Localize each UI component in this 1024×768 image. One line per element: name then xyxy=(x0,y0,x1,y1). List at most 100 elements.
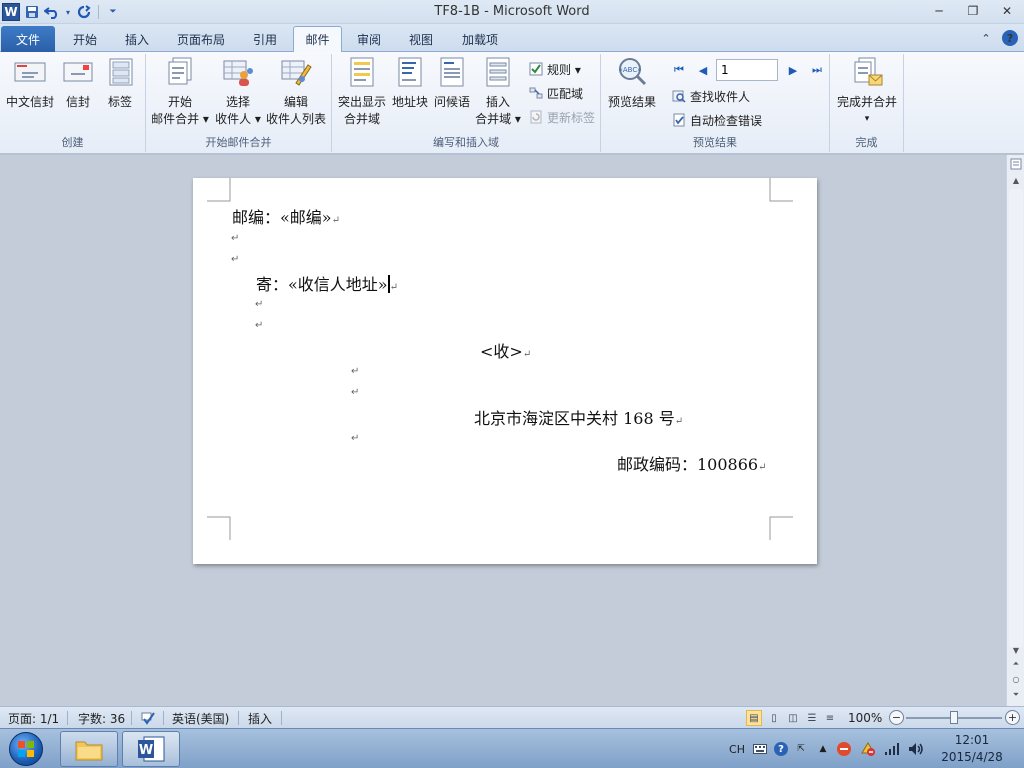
start-mail-merge-button[interactable]: 开始 邮件合并 ▾ xyxy=(150,56,210,128)
match-fields-button[interactable]: 匹配域 xyxy=(528,83,583,103)
update-labels-icon xyxy=(528,109,544,125)
page-count[interactable]: 页面: 1/1 xyxy=(8,710,59,726)
ruler-toggle-icon[interactable] xyxy=(1008,157,1024,171)
paragraph-mark: ↵ xyxy=(231,233,240,244)
tab-review[interactable]: 审阅 xyxy=(346,27,392,52)
group-preview-results: «ABC» 预览结果 ⏮ ◀ ▶ ⏭ 查找收件人 自动检查错误 预览结果 xyxy=(601,54,830,152)
scroll-down-icon[interactable]: ▼ xyxy=(1008,643,1024,657)
status-separator xyxy=(238,711,239,725)
highlight-merge-fields-button[interactable]: 突出显示 合并域 xyxy=(336,56,388,128)
find-recipient-icon xyxy=(671,88,687,104)
auto-check-errors-button[interactable]: 自动检查错误 xyxy=(671,110,762,130)
greeting-line-icon xyxy=(436,56,468,88)
insert-mode-indicator[interactable]: 插入 xyxy=(248,710,272,726)
insert-merge-field-button[interactable]: 插入 合并域 ▾ xyxy=(472,56,524,128)
windows-logo-icon xyxy=(9,732,43,766)
taskbar-word[interactable]: W xyxy=(122,731,180,767)
preview-results-icon: «ABC» xyxy=(616,56,648,88)
proofing-icon[interactable] xyxy=(140,710,156,726)
rules-button[interactable]: 规则 ▾ xyxy=(528,59,581,79)
sender-address-line[interactable]: 北京市海淀区中关村 168 号↵ xyxy=(474,405,683,429)
word-count[interactable]: 字数: 36 xyxy=(78,710,125,726)
scroll-track[interactable] xyxy=(1009,189,1023,647)
tab-insert[interactable]: 插入 xyxy=(114,27,160,52)
zoom-in-button[interactable]: + xyxy=(1005,710,1020,725)
update-labels-button[interactable]: 更新标签 xyxy=(528,107,595,127)
finish-and-merge-button[interactable]: 完成并合并 ▾ xyxy=(834,56,900,128)
labels-button[interactable]: 标签 xyxy=(100,56,140,111)
group-start-mail-merge: 开始 邮件合并 ▾ 选择 收件人 ▾ 编辑 收件人列表 开始邮件合并 xyxy=(146,54,332,152)
action-center-icon[interactable] xyxy=(860,741,876,757)
volume-icon[interactable] xyxy=(908,741,924,757)
help-tray-icon[interactable]: ? xyxy=(773,741,789,757)
chinese-envelope-icon xyxy=(14,56,46,88)
document-page[interactable]: 邮编：«邮编»↵ ↵ ↵ 寄：«收信人地址» ↵ ↵ ↵ <收>↵ ↵ ↵ 北京市… xyxy=(193,178,817,564)
zoom-slider-thumb[interactable] xyxy=(950,711,958,724)
ime-options-icon[interactable]: ⇱ xyxy=(793,741,809,757)
tab-view[interactable]: 视图 xyxy=(398,27,444,52)
next-record-icon[interactable]: ▶ xyxy=(785,62,801,78)
finish-and-merge-icon xyxy=(851,56,883,88)
taskbar-explorer[interactable] xyxy=(60,731,118,767)
previous-page-icon[interactable]: ⏶ xyxy=(1008,657,1024,671)
collapse-ribbon-icon[interactable]: ⌃ xyxy=(978,30,994,46)
group-label-write-insert-fields: 编写和插入域 xyxy=(433,136,499,149)
tab-home[interactable]: 开始 xyxy=(62,27,108,52)
select-browse-object-icon[interactable]: ○ xyxy=(1008,672,1024,686)
ime-indicator[interactable]: CH xyxy=(726,741,748,757)
system-clock[interactable]: 12:01 2015/4/28 xyxy=(940,732,1004,766)
first-record-icon[interactable]: ⏮ xyxy=(671,62,687,78)
document-area[interactable]: 邮编：«邮编»↵ ↵ ↵ 寄：«收信人地址» ↵ ↵ ↵ <收>↵ ↵ ↵ 北京市… xyxy=(0,155,1006,706)
receive-line[interactable]: <收>↵ xyxy=(480,338,531,362)
scroll-up-icon[interactable]: ▲ xyxy=(1008,173,1024,187)
tab-references[interactable]: 引用 xyxy=(242,27,288,52)
show-hidden-icons[interactable]: ▲ xyxy=(815,741,831,757)
full-screen-reading-icon[interactable]: ▯ xyxy=(766,710,782,726)
zoom-out-button[interactable]: − xyxy=(889,710,904,725)
close-button[interactable]: ✕ xyxy=(990,0,1024,22)
last-record-icon[interactable]: ⏭ xyxy=(809,62,825,78)
recipient-address-line[interactable]: 寄：«收信人地址» ↵ xyxy=(256,271,398,295)
clock-time: 12:01 xyxy=(954,733,990,747)
address-block-button[interactable]: 地址块 xyxy=(388,56,432,111)
start-mail-merge-icon xyxy=(164,56,196,88)
tab-mailings[interactable]: 邮件 xyxy=(293,26,342,52)
envelope-button[interactable]: 信封 xyxy=(58,56,98,111)
chinese-envelope-button[interactable]: 中文信封 xyxy=(4,56,56,111)
draft-view-icon[interactable]: ≡ xyxy=(822,710,838,726)
ribbon: 中文信封 信封 标签 创建 开始 邮件合并 ▾ 选择 收件人 ▾ 编辑 收件人列… xyxy=(0,52,1024,154)
vertical-scrollbar[interactable]: ▲ ▼ ⏶ ○ ⏷ xyxy=(1006,155,1024,706)
print-layout-view-icon[interactable]: ▤ xyxy=(746,710,762,726)
auto-check-errors-icon xyxy=(671,112,687,128)
previous-record-icon[interactable]: ◀ xyxy=(695,62,711,78)
tab-page-layout[interactable]: 页面布局 xyxy=(168,27,234,52)
keyboard-icon[interactable] xyxy=(752,741,768,757)
clock-date: 2015/4/28 xyxy=(941,750,1003,764)
word-icon: W xyxy=(138,736,165,762)
paragraph-mark: ↵ xyxy=(351,366,360,377)
help-icon[interactable]: ? xyxy=(1002,30,1018,46)
preview-results-button[interactable]: «ABC» 预览结果 xyxy=(605,56,659,111)
edit-recipient-list-button[interactable]: 编辑 收件人列表 xyxy=(264,56,328,128)
minimize-button[interactable]: ─ xyxy=(922,0,956,22)
next-page-icon[interactable]: ⏷ xyxy=(1008,688,1024,702)
find-recipient-button[interactable]: 查找收件人 xyxy=(671,86,750,106)
start-button[interactable] xyxy=(4,731,48,767)
sender-postal-code-line[interactable]: 邮政编码：100866↵ xyxy=(617,451,766,475)
select-recipients-icon xyxy=(222,56,254,88)
language-indicator[interactable]: 英语(美国) xyxy=(172,710,229,726)
zoom-level[interactable]: 100% xyxy=(848,710,882,726)
tab-addins[interactable]: 加载项 xyxy=(452,27,508,52)
record-number-input[interactable] xyxy=(716,59,778,81)
postal-code-line[interactable]: 邮编：«邮编»↵ xyxy=(232,204,340,228)
network-icon[interactable] xyxy=(884,741,900,757)
outline-view-icon[interactable]: ☰ xyxy=(804,710,820,726)
web-layout-icon[interactable]: ◫ xyxy=(785,710,801,726)
status-separator xyxy=(67,711,68,725)
svg-text:«ABC»: «ABC» xyxy=(619,66,642,74)
security-alert-icon[interactable] xyxy=(836,741,852,757)
tab-file[interactable]: 文件 xyxy=(1,26,55,52)
restore-button[interactable]: ❐ xyxy=(956,0,990,22)
select-recipients-button[interactable]: 选择 收件人 ▾ xyxy=(212,56,264,128)
greeting-line-button[interactable]: 问候语 xyxy=(432,56,472,111)
